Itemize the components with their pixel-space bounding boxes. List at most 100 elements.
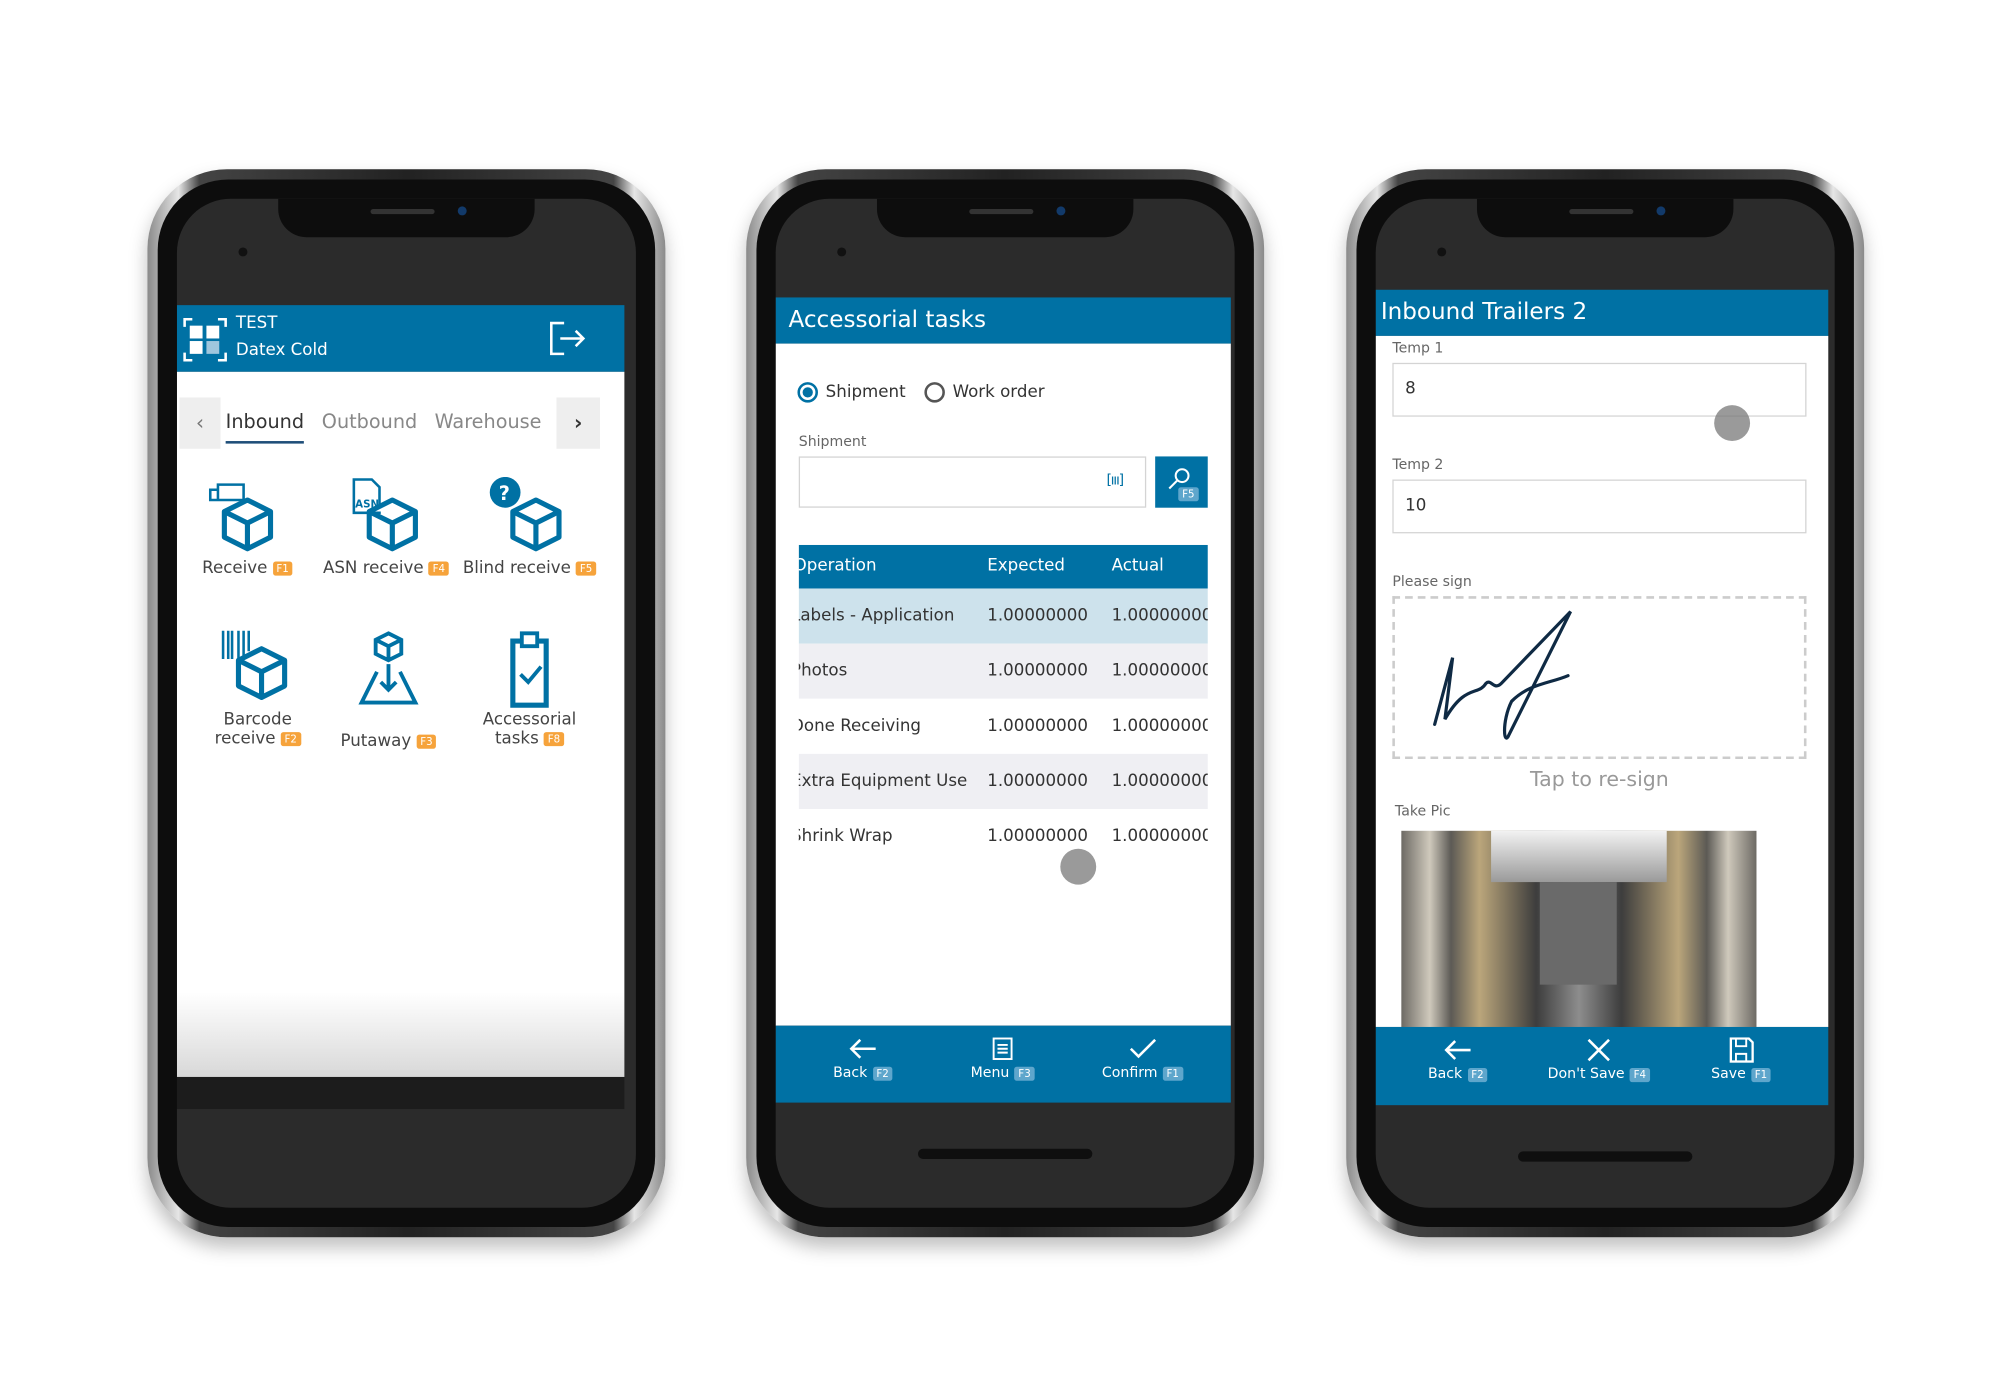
content: Shipment Work order Shipment [ııı] F5 Op… — [775, 343, 1231, 1026]
tile-receive[interactable]: Receive F1 — [177, 477, 318, 578]
clipboard-check-icon — [510, 631, 549, 708]
shipment-input[interactable] — [798, 456, 1147, 508]
table-row[interactable]: Photos 1.00000000 1.00000000 — [798, 643, 1208, 699]
question-box-icon: ? — [489, 476, 562, 552]
truck-box-icon — [208, 483, 274, 552]
phone-1: TEST Datex Cold ‹ Inbound Outbound Wareh… — [147, 169, 666, 1238]
svg-text:?: ? — [499, 482, 510, 505]
fkey-badge: F4 — [1629, 1067, 1650, 1082]
back-button[interactable]: Back F2 — [792, 1036, 933, 1081]
fkey-badge: F2 — [872, 1066, 893, 1081]
cell-operation: Done Receiving — [798, 716, 921, 736]
cell-expected: 1.00000000 — [987, 661, 1088, 681]
tab-warehouse[interactable]: Warehouse — [435, 410, 542, 433]
cell-actual: 1.00000000 — [1111, 606, 1208, 626]
save-button[interactable]: Save F1 — [1671, 1037, 1812, 1082]
footer-bar: Back F2 Don't Save F4 Save F1 — [1375, 1026, 1829, 1106]
radio-label: Work order — [952, 382, 1045, 402]
operations-table: Operation Expected Actual Labels - Appli… — [798, 544, 1208, 853]
tab-outbound[interactable]: Outbound — [322, 410, 417, 433]
fkey-badge: F8 — [543, 732, 565, 747]
fkey-badge: F2 — [280, 732, 301, 747]
asn-box-icon: ASN — [352, 478, 418, 552]
datex-logo-icon — [183, 317, 227, 362]
confirm-button[interactable]: Confirm F1 — [1072, 1036, 1213, 1081]
temp1-label: Temp 1 — [1392, 339, 1444, 357]
screen-3: Inbound Trailers 2 Temp 1 8 Temp 2 10 Pl… — [1375, 198, 1835, 1208]
tile-label: ASN receive — [322, 558, 424, 579]
menu-button[interactable]: Menu F3 — [932, 1036, 1073, 1081]
tile-label: Barcode — [223, 710, 292, 730]
tile-label-2: receive — [214, 729, 276, 749]
tile-barcode-receive[interactable]: Barcode receive F2 — [187, 628, 328, 749]
header-subtitle: Datex Cold — [235, 341, 328, 361]
cell-operation: Extra Equipment Use — [798, 771, 968, 792]
tab-scroll-left-button[interactable]: ‹ — [179, 397, 221, 449]
cell-expected: 1.00000000 — [987, 826, 1088, 847]
tile-accessorial-tasks[interactable]: Accessorial tasks F8 — [459, 628, 600, 749]
fkey-badge: F5 — [1178, 487, 1199, 502]
back-arrow-icon — [849, 1038, 876, 1059]
radio-shipment[interactable]: Shipment — [797, 382, 906, 403]
close-icon — [1587, 1038, 1610, 1062]
back-button[interactable]: Back F2 — [1387, 1037, 1528, 1082]
tile-label: Receive — [202, 558, 268, 579]
signature-pad[interactable] — [1392, 596, 1807, 760]
tile-label: Blind receive — [462, 558, 571, 579]
tab-scroll-right-button[interactable]: › — [556, 397, 601, 449]
back-arrow-icon — [1444, 1040, 1471, 1060]
take-pic-label: Take Pic — [1394, 802, 1451, 820]
barcode-scan-icon[interactable]: [ııı] — [1106, 472, 1124, 489]
header-title: TEST — [235, 314, 278, 334]
tile-asn-receive[interactable]: ASN ASN receive F4 — [315, 477, 456, 578]
cell-actual: 1.00000000 — [1111, 826, 1208, 847]
table-row[interactable]: Shrink Wrap 1.00000000 1.00000000 — [798, 809, 1208, 853]
temp2-label: Temp 2 — [1392, 456, 1444, 474]
cell-expected: 1.00000000 — [987, 716, 1088, 736]
fkey-badge: F4 — [428, 561, 449, 576]
screen-1: TEST Datex Cold ‹ Inbound Outbound Wareh… — [176, 198, 636, 1208]
phone-2: Accessorial tasks Shipment Work order Sh… — [746, 169, 1265, 1238]
temp2-input[interactable]: 10 — [1392, 479, 1807, 534]
signature-image — [1433, 610, 1573, 740]
cell-actual: 1.00000000 — [1111, 716, 1208, 736]
page-title: Inbound Trailers 2 — [1375, 289, 1829, 336]
cell-operation: Labels - Application — [798, 606, 955, 626]
dont-save-button[interactable]: Don't Save F4 — [1528, 1037, 1669, 1082]
fkey-badge: F3 — [416, 734, 437, 749]
tab-inbound[interactable]: Inbound — [225, 410, 305, 444]
cell-expected: 1.00000000 — [987, 771, 1088, 792]
table-row[interactable]: Done Receiving 1.00000000 1.00000000 — [798, 698, 1208, 754]
button-label: Don't Save — [1547, 1065, 1625, 1083]
phone-3: Inbound Trailers 2 Temp 1 8 Temp 2 10 Pl… — [1346, 169, 1865, 1238]
col-actual: Actual — [1111, 556, 1164, 576]
tile-label: Putaway — [340, 732, 412, 752]
button-label: Back — [1427, 1065, 1463, 1083]
radio-work-order[interactable]: Work order — [924, 382, 1045, 403]
fkey-badge: F3 — [1014, 1066, 1035, 1081]
touch-indicator — [1714, 405, 1751, 442]
fkey-badge: F5 — [576, 561, 597, 576]
table-row[interactable]: Labels - Application 1.00000000 1.00000000 — [798, 588, 1208, 644]
resign-link[interactable]: Tap to re-sign — [1392, 767, 1806, 791]
button-label: Confirm — [1101, 1064, 1158, 1081]
logout-icon[interactable] — [549, 321, 587, 357]
cell-operation: Shrink Wrap — [798, 826, 893, 847]
tile-putaway[interactable]: Putaway F3 — [318, 628, 459, 751]
tile-label: Accessorial — [482, 710, 577, 730]
cell-actual: 1.00000000 — [1111, 661, 1208, 681]
tile-blind-receive[interactable]: ? Blind receive F5 — [459, 476, 600, 579]
menu-panel: ‹ Inbound Outbound Warehouse › Receive F1… — [176, 371, 625, 1077]
content: Temp 1 8 Temp 2 10 Please sign Tap to re… — [1375, 335, 1829, 1027]
search-button[interactable]: F5 — [1155, 456, 1208, 508]
sign-label: Please sign — [1392, 573, 1472, 590]
radio-label: Shipment — [825, 382, 906, 402]
table-row[interactable]: Extra Equipment Use 1.00000000 1.00000000 — [798, 753, 1208, 810]
fkey-badge: F2 — [1467, 1067, 1488, 1082]
temp1-input[interactable]: 8 — [1392, 362, 1807, 417]
fkey-badge: F1 — [1750, 1067, 1772, 1082]
save-icon — [1729, 1037, 1754, 1063]
checkmark-icon — [1129, 1038, 1157, 1059]
page-title: Accessorial tasks — [775, 297, 1231, 344]
trailer-photo[interactable] — [1401, 830, 1757, 1027]
